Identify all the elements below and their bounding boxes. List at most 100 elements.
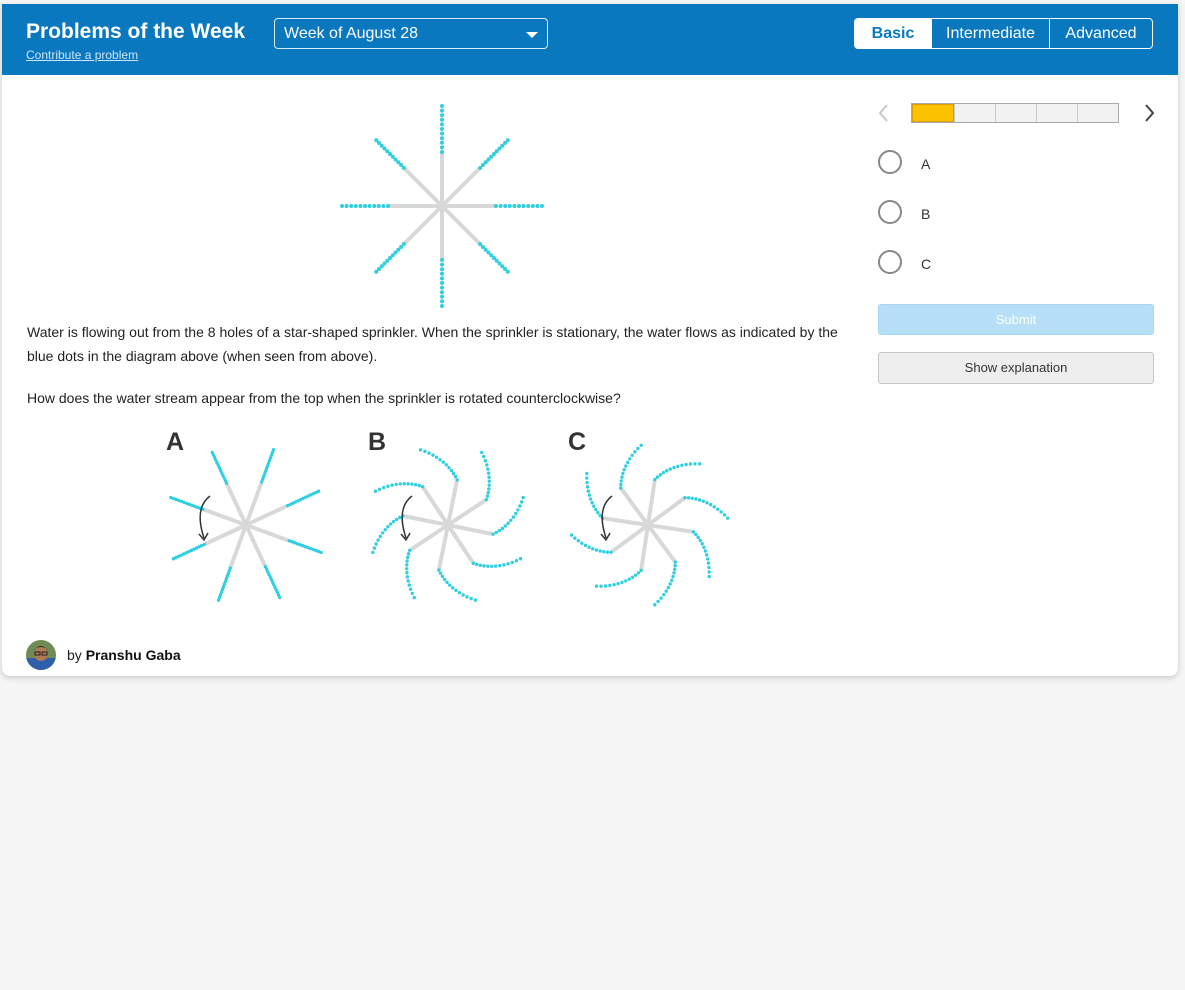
show-explanation-button[interactable]: Show explanation: [878, 352, 1154, 384]
water-dot: [705, 501, 709, 505]
choice-label: A: [921, 156, 931, 172]
submit-button[interactable]: Submit: [878, 304, 1154, 335]
water-dot: [570, 533, 574, 537]
water-dot: [440, 127, 444, 131]
water-dot: [707, 574, 711, 579]
water-dot: [602, 550, 606, 554]
water-dot: [580, 541, 584, 545]
water-dot: [478, 563, 483, 567]
water-dot: [625, 460, 630, 465]
water-dot: [673, 560, 678, 564]
water-dot: [386, 204, 390, 208]
water-dot: [440, 140, 444, 145]
sprinkler-arm: [403, 167, 444, 208]
water-dot: [716, 507, 720, 511]
water-dot: [316, 489, 321, 493]
water-dot: [694, 532, 698, 537]
water-dot: [507, 204, 512, 208]
water-dot: [412, 595, 416, 600]
water-dot: [491, 532, 495, 536]
water-dot: [278, 595, 282, 600]
water-dot: [440, 276, 444, 281]
water-dot: [427, 451, 431, 455]
water-dot: [620, 580, 624, 585]
water-dot: [373, 489, 378, 493]
water-dot: [408, 587, 413, 591]
water-dot: [455, 478, 459, 482]
water-dot: [498, 204, 503, 208]
water-dot: [664, 589, 668, 593]
author-name[interactable]: Pranshu Gaba: [86, 647, 181, 663]
water-dot: [586, 489, 590, 493]
problem-text: Water is flowing out from the 8 holes of…: [27, 324, 838, 364]
water-dot: [440, 285, 444, 290]
week-select[interactable]: Week of August 28: [274, 18, 548, 49]
water-dot: [624, 579, 628, 583]
water-dot: [444, 463, 448, 467]
chevron-right-icon[interactable]: [1140, 102, 1158, 124]
water-dot: [598, 513, 602, 518]
header-bar: Problems of the Week Contribute a proble…: [2, 4, 1178, 75]
water-dot: [374, 542, 378, 546]
water-dot: [633, 573, 638, 577]
author-prefix: by: [67, 647, 82, 663]
progress-segment: [1036, 104, 1077, 122]
contribute-link[interactable]: Contribute a problem: [26, 48, 138, 62]
water-dot: [407, 583, 411, 587]
water-dot: [502, 563, 506, 567]
water-dot: [405, 567, 409, 571]
radio-button[interactable]: [878, 250, 902, 274]
water-dot: [420, 484, 425, 489]
radio-button[interactable]: [878, 150, 902, 174]
water-dot: [485, 494, 490, 498]
water-dot: [494, 204, 498, 208]
water-dot: [484, 497, 489, 502]
water-dot: [271, 448, 276, 452]
tab-basic[interactable]: Basic: [855, 19, 931, 48]
water-dot: [616, 581, 620, 586]
choice-label: C: [921, 256, 932, 272]
water-dot: [627, 577, 631, 581]
water-dot: [344, 204, 349, 208]
water-dot: [500, 526, 505, 531]
water-dot: [440, 113, 444, 118]
water-dot: [413, 483, 418, 487]
water-dot: [653, 477, 657, 482]
water-dot: [694, 497, 698, 501]
water-dot: [440, 258, 444, 262]
water-dot: [620, 475, 624, 479]
tab-advanced[interactable]: Advanced: [1049, 19, 1152, 48]
chevron-down-icon: [526, 32, 538, 38]
water-dot: [497, 528, 502, 533]
water-dot: [448, 583, 452, 587]
water-dot: [402, 482, 406, 486]
progress-segment: [912, 104, 954, 122]
water-dot: [494, 530, 498, 535]
water-dot: [691, 530, 696, 534]
water-dot: [592, 504, 596, 508]
water-dot: [712, 505, 716, 509]
water-dot: [700, 542, 704, 546]
water-dot: [704, 553, 709, 557]
water-dot: [486, 490, 490, 495]
water-dot: [407, 548, 412, 553]
water-dot: [659, 596, 663, 600]
water-dot: [510, 560, 514, 565]
tab-intermediate[interactable]: Intermediate: [931, 19, 1049, 48]
water-dot: [514, 559, 519, 563]
water-dot: [506, 521, 510, 525]
water-dot: [517, 204, 521, 208]
water-dot: [398, 482, 402, 486]
water-dot: [423, 449, 427, 454]
water-dot: [585, 485, 590, 489]
water-dot: [512, 204, 517, 208]
water-dot: [171, 557, 176, 561]
water-dot: [358, 204, 363, 208]
water-dot: [398, 515, 402, 520]
water-dot: [540, 204, 544, 208]
radio-button[interactable]: [878, 200, 902, 224]
water-dot: [671, 574, 675, 579]
water-dot: [410, 591, 414, 596]
water-dot: [386, 525, 390, 529]
chevron-left-icon[interactable]: [875, 102, 893, 124]
